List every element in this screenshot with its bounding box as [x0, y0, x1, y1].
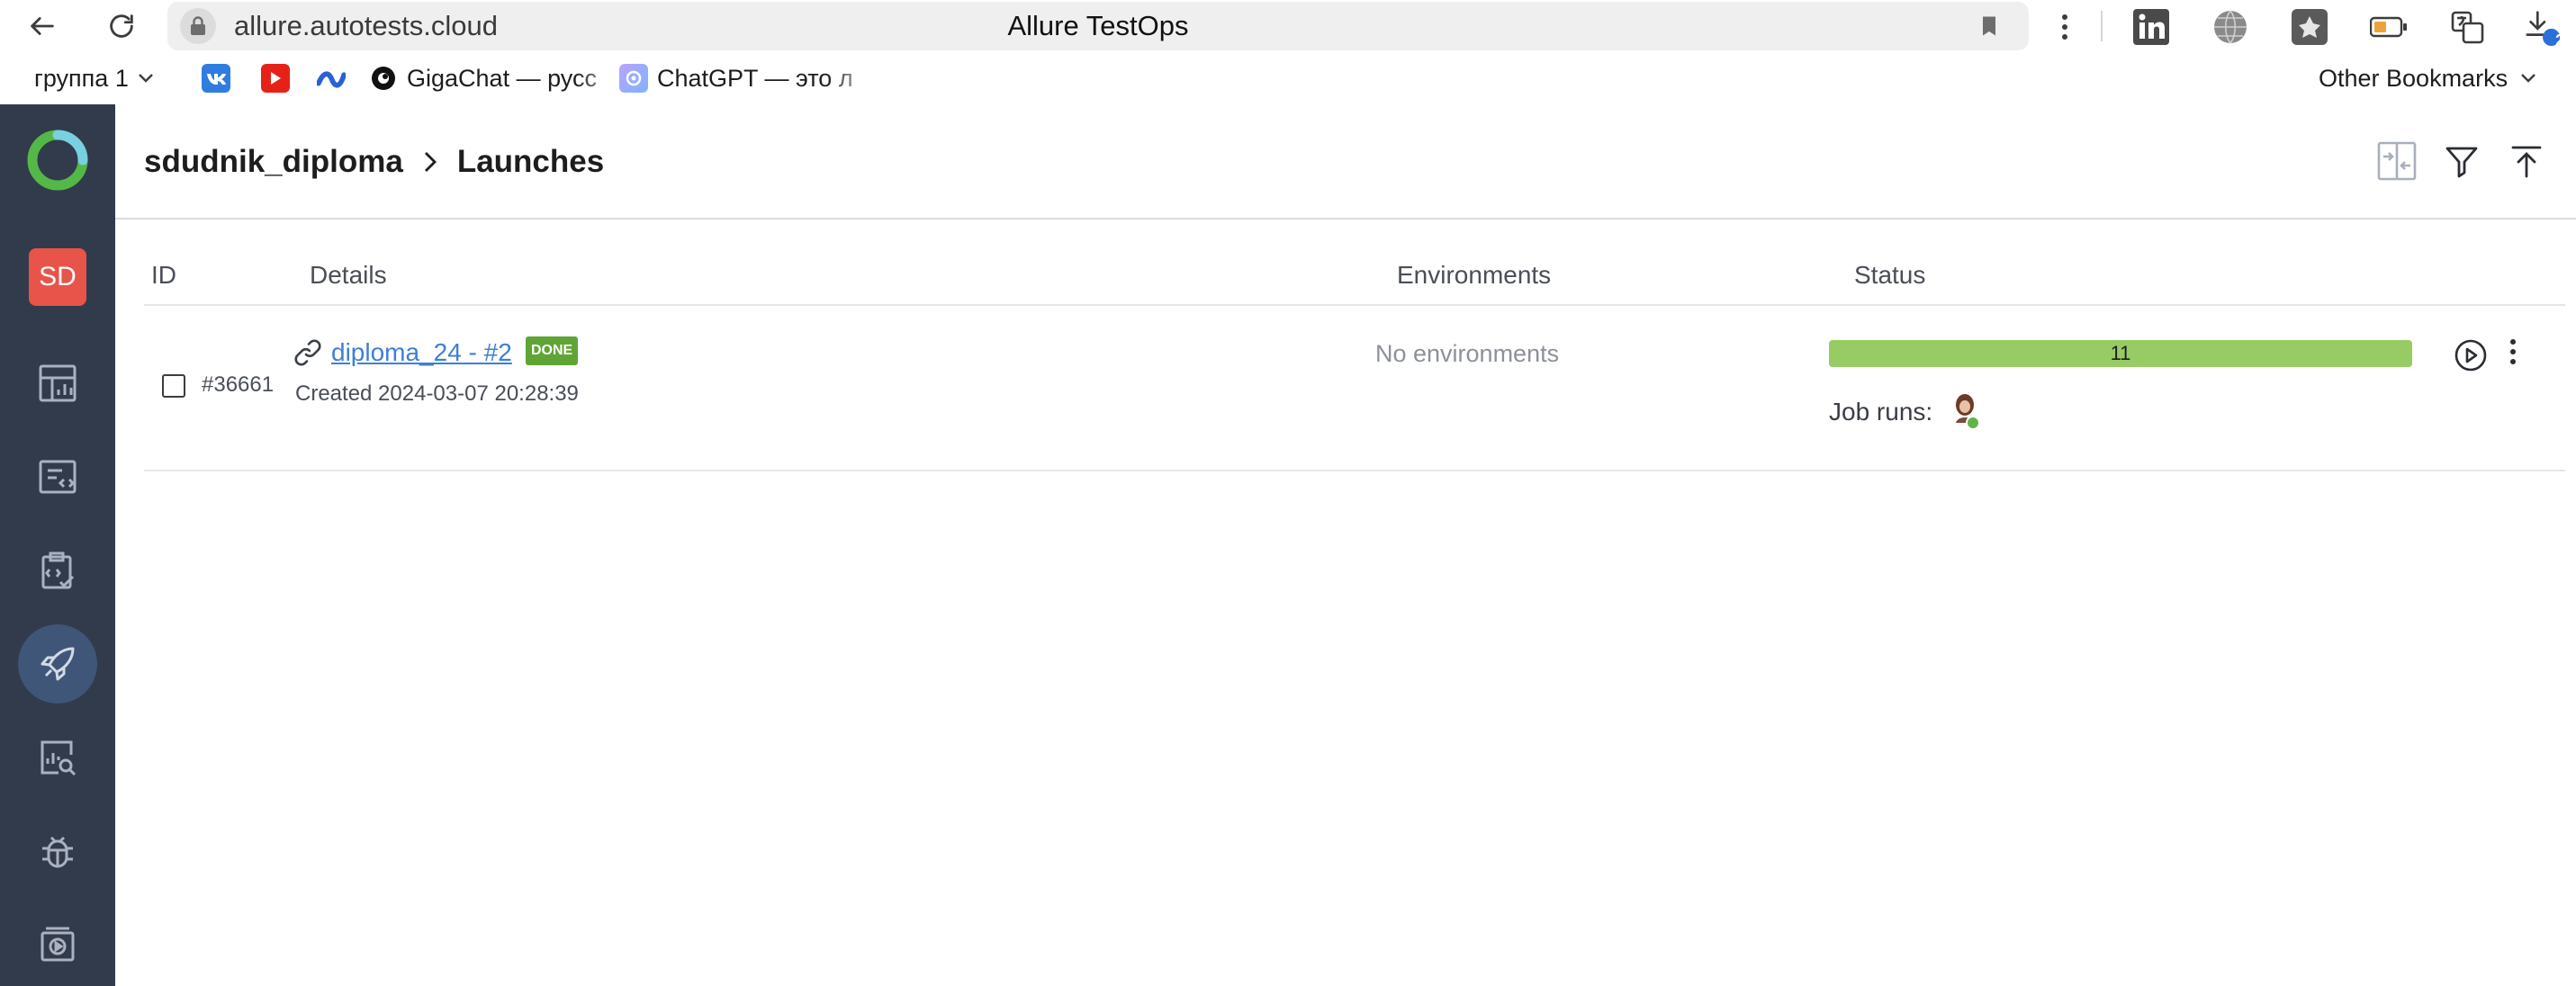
reload-icon[interactable] [101, 5, 142, 47]
breadcrumb: sdudnik_diploma Launches [144, 144, 604, 180]
toolbar-divider [2101, 11, 2103, 41]
analytics-icon[interactable] [18, 718, 97, 797]
status-badge: DONE [526, 336, 579, 365]
launch-name-link[interactable]: diploma_24 - #2 [331, 338, 512, 367]
bookmarks-bar: группа 1 GigaChat — русс ChatGPT — это л… [0, 52, 2576, 104]
jobs-icon[interactable] [18, 905, 97, 984]
bookmark-chatgpt[interactable]: ChatGPT — это л [619, 52, 882, 104]
breadcrumb-project[interactable]: sdudnik_diploma [144, 144, 403, 180]
gigachat-label: GigaChat — русс [407, 64, 597, 92]
job-runs-label: Job runs: [1829, 398, 1933, 426]
url-text[interactable]: allure.autotests.cloud [234, 2, 498, 50]
column-status[interactable]: Status [1854, 248, 1925, 302]
back-icon[interactable] [22, 5, 63, 47]
bookmark-vk[interactable] [202, 52, 239, 104]
main-content: sdudnik_diploma Launches ID Details Envi… [115, 104, 2576, 986]
translate-icon[interactable] [2448, 7, 2488, 47]
downloads-icon[interactable]: 2 [2524, 7, 2564, 49]
table-row[interactable]: #36661 diploma_24 - #2 DONE Created 2024… [144, 308, 2565, 471]
link-icon [293, 338, 324, 369]
page-title: Launches [456, 144, 605, 179]
chatgpt-icon [619, 64, 648, 93]
environments-value: No environments [1375, 340, 1560, 367]
created-timestamp: Created 2024-03-07 20:28:39 [295, 381, 579, 406]
chevron-down-icon [138, 73, 154, 84]
filter-icon[interactable] [2437, 137, 2486, 185]
page-header: sdudnik_diploma Launches [115, 104, 2576, 220]
more-actions-icon[interactable] [2509, 338, 2531, 372]
extension-icon[interactable] [2290, 7, 2329, 47]
gigachat-icon [369, 64, 398, 93]
bookmark-folder-label: группа 1 [34, 64, 129, 92]
bookmark-icon[interactable] [1977, 13, 2002, 39]
launch-id: #36661 [202, 372, 275, 397]
other-bookmarks[interactable]: Other Bookmarks [2319, 52, 2536, 104]
project-avatar[interactable]: SD [29, 248, 86, 306]
bookmark-gigachat[interactable]: GigaChat — русс [369, 52, 632, 104]
test-plans-icon[interactable] [18, 531, 97, 610]
bookmark-youtube[interactable] [261, 52, 299, 104]
kebab-menu-icon[interactable] [2045, 7, 2085, 47]
chevron-right-icon [423, 150, 437, 174]
column-id[interactable]: ID [151, 248, 176, 302]
app-sidebar: SD [0, 104, 115, 986]
status-progress-bar[interactable]: 11 [1829, 340, 2412, 367]
lock-icon[interactable] [180, 8, 216, 44]
upload-icon[interactable] [2502, 137, 2551, 185]
chevron-down-icon [2520, 73, 2536, 84]
launches-icon[interactable] [18, 624, 97, 704]
chatgpt-label: ChatGPT — это л [657, 64, 853, 92]
compare-launches-icon[interactable] [2373, 137, 2421, 185]
column-details[interactable]: Details [310, 248, 387, 302]
vk-icon [202, 64, 230, 93]
dashboards-icon[interactable] [18, 344, 97, 423]
column-environments[interactable]: Environments [1397, 248, 1551, 302]
other-bookmarks-label: Other Bookmarks [2319, 64, 2508, 92]
allure-logo-icon[interactable] [18, 121, 97, 200]
linkedin-icon[interactable] [2131, 7, 2171, 47]
row-checkbox[interactable] [162, 374, 185, 398]
bookmark-wave[interactable] [317, 52, 355, 104]
downloads-count: 2 [2554, 31, 2564, 49]
test-cases-icon[interactable] [18, 437, 97, 516]
browser-toolbar: allure.autotests.cloud Allure TestOps 2 [0, 0, 2576, 52]
globe-icon[interactable] [2211, 7, 2250, 47]
bookmark-folder[interactable]: группа 1 [34, 52, 154, 104]
passed-count: 11 [2110, 342, 2131, 364]
address-bar[interactable]: allure.autotests.cloud Allure TestOps [167, 2, 2029, 50]
wave-icon [317, 64, 346, 93]
defects-icon[interactable] [18, 811, 97, 891]
table-header: ID Details Environments Status [144, 248, 2565, 306]
battery-icon[interactable] [2369, 7, 2409, 47]
job-status-dot [1966, 416, 1980, 430]
rerun-icon[interactable] [2454, 338, 2488, 372]
youtube-icon [261, 64, 290, 93]
